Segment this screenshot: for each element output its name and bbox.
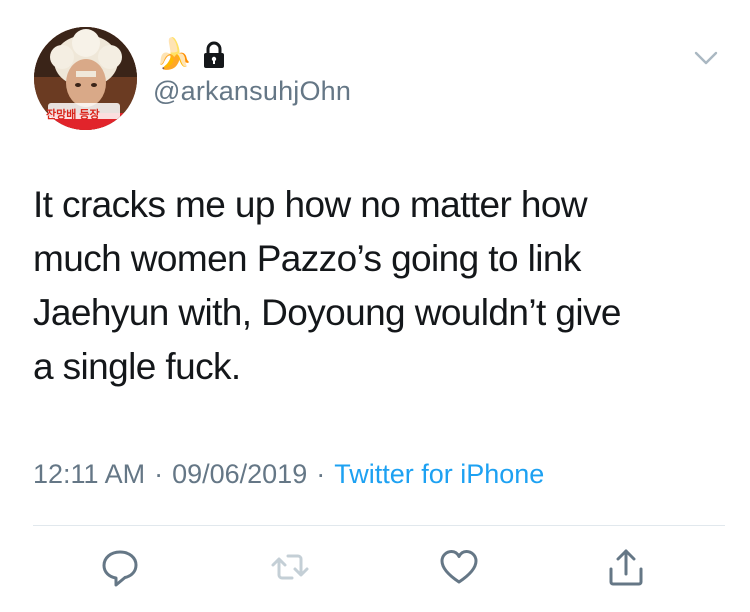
meta-separator: · (154, 459, 164, 489)
tweet-line: a single fuck. (33, 346, 241, 387)
retweet-button[interactable] (268, 545, 312, 589)
tweet-text: It cracks me up how no matter how much w… (33, 178, 723, 394)
user-handle[interactable]: @arkansuhjOhn (153, 76, 351, 107)
tweet-source-link[interactable]: Twitter for iPhone (334, 459, 544, 490)
action-bar (0, 545, 750, 595)
reply-icon (102, 550, 138, 587)
display-name: 🍌 (155, 38, 226, 72)
reply-button[interactable] (98, 545, 142, 589)
meta-separator: · (316, 459, 326, 489)
tweet-line: much women Pazzo’s going to link (33, 238, 581, 279)
heart-icon (440, 550, 478, 584)
tweet-time: 12:11 AM (33, 459, 146, 489)
chevron-down-icon[interactable] (690, 46, 722, 70)
tweet-line: It cracks me up how no matter how (33, 184, 588, 225)
lock-icon (204, 41, 225, 68)
tweet-meta: 12:11 AM · 09/06/2019 · Twitter for iPho… (33, 459, 544, 490)
like-button[interactable] (437, 545, 481, 589)
banana-emoji: 🍌 (155, 38, 193, 71)
retweet-icon (271, 554, 309, 580)
divider (33, 525, 725, 526)
avatar-caption: 잔망배 등장 (46, 109, 100, 121)
tweet-line: Jaehyun with, Doyoung wouldn’t give (33, 292, 621, 333)
share-icon (609, 549, 643, 586)
tweet-date: 09/06/2019 (172, 459, 308, 489)
share-button[interactable] (604, 545, 648, 589)
